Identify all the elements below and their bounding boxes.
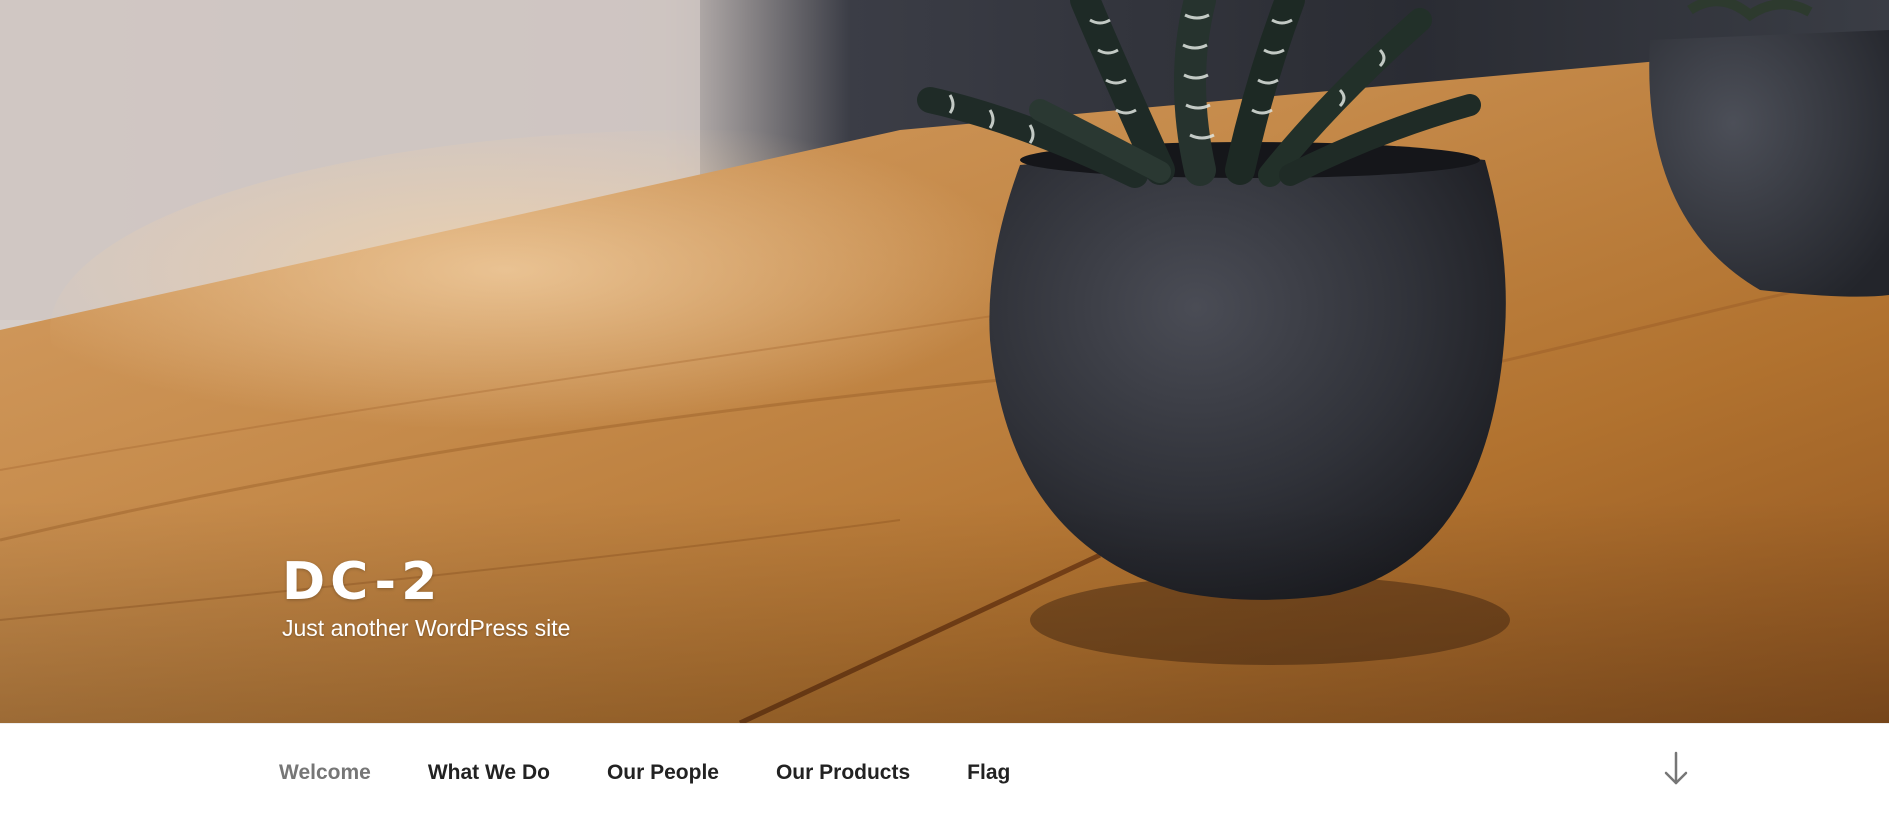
header-image: DC-2 Just another WordPress site xyxy=(0,0,1889,723)
site-branding: DC-2 Just another WordPress site xyxy=(282,552,570,642)
site-title[interactable]: DC-2 xyxy=(282,552,570,612)
arrow-down-icon[interactable] xyxy=(1661,749,1691,789)
menu-item-flag[interactable]: Flag xyxy=(967,761,1010,785)
menu-item-welcome[interactable]: Welcome xyxy=(279,761,371,785)
menu-item-what-we-do[interactable]: What We Do xyxy=(428,761,550,785)
top-navigation: Welcome What We Do Our People Our Produc… xyxy=(0,723,1889,820)
menu-item-our-people[interactable]: Our People xyxy=(607,761,719,785)
site-description: Just another WordPress site xyxy=(282,615,571,641)
menu-item-our-products[interactable]: Our Products xyxy=(776,761,910,785)
main-menu: Welcome What We Do Our People Our Produc… xyxy=(279,724,1067,821)
